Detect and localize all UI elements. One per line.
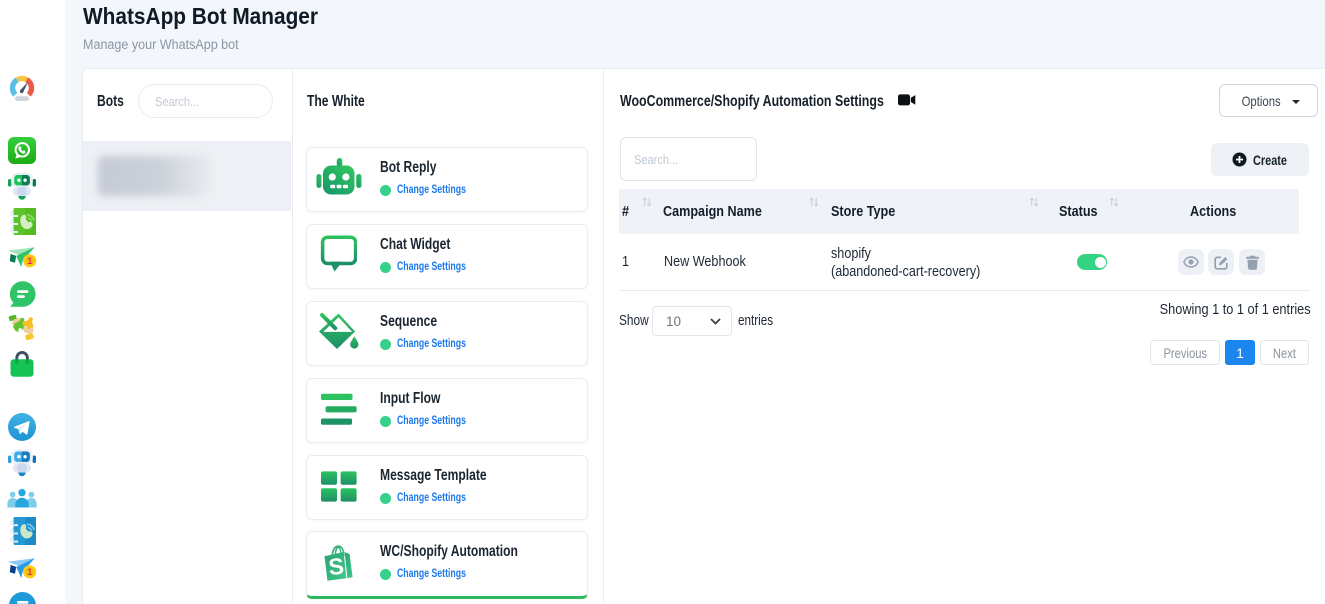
svg-text:S: S <box>327 553 345 580</box>
svg-text:1: 1 <box>27 256 33 267</box>
svg-text:1: 1 <box>27 567 33 578</box>
